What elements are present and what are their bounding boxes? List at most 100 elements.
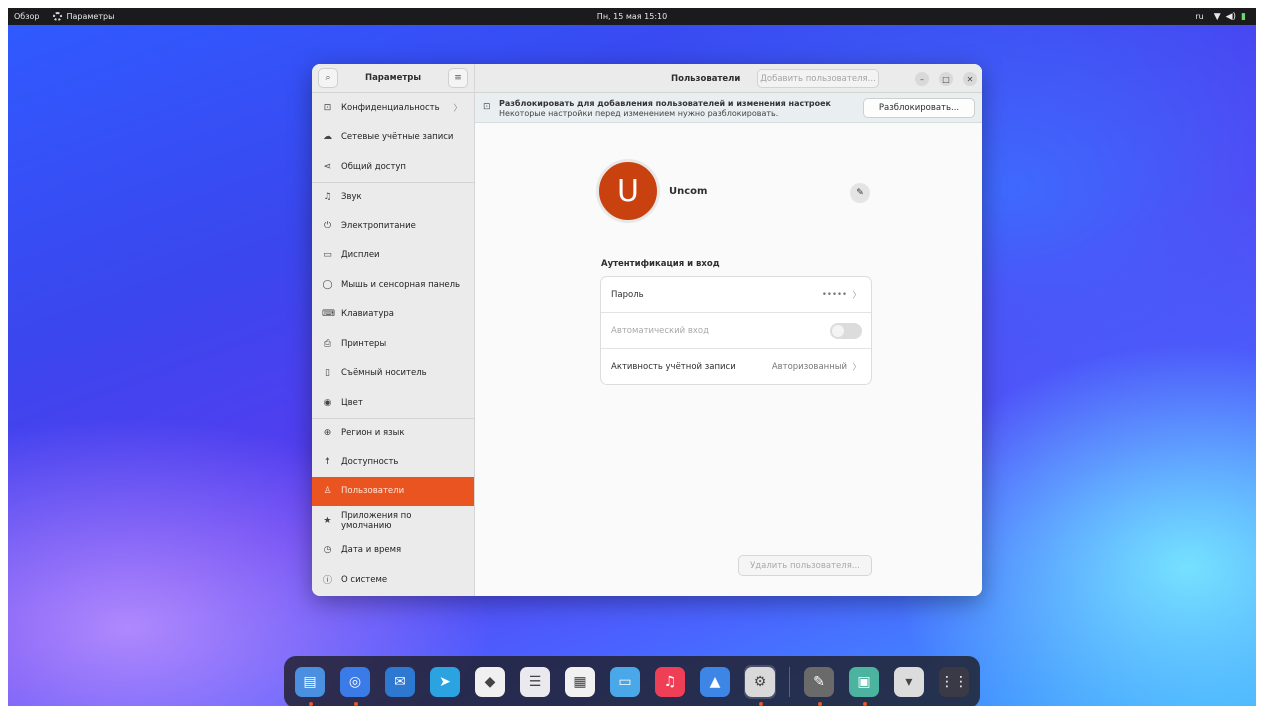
dock-item-music[interactable]: ♫ bbox=[654, 665, 686, 699]
dock-item-trash[interactable]: ▾ bbox=[893, 665, 925, 699]
maximize-button[interactable]: □ bbox=[939, 72, 953, 86]
mouse-icon: ◯ bbox=[322, 279, 333, 290]
sidebar-item-power[interactable]: ⏻ Электропитание bbox=[312, 211, 474, 241]
color-icon: ◉ bbox=[323, 397, 332, 408]
dock-item-screenshot[interactable]: ▭ bbox=[609, 665, 641, 699]
banner-subtitle: Некоторые настройки перед изменением нуж… bbox=[499, 109, 779, 118]
sidebar-item-users[interactable]: ♙ Пользователи bbox=[312, 476, 474, 506]
menu-button[interactable]: ≡ bbox=[448, 68, 468, 88]
cleaner-icon: ✎ bbox=[803, 667, 834, 697]
sidebar-item-label: Мышь и сенсорная панель bbox=[341, 279, 461, 290]
clock[interactable]: Пн, 15 мая 15:10 bbox=[597, 12, 667, 21]
sidebar-item-label: Съёмный носитель bbox=[341, 368, 427, 379]
trash-icon: ▾ bbox=[893, 667, 924, 697]
image-viewer-icon: ▣ bbox=[848, 667, 879, 697]
files-icon: ▤ bbox=[295, 667, 325, 697]
star-icon: ★ bbox=[323, 515, 332, 526]
dock-item-mail[interactable]: ✉ bbox=[384, 665, 416, 699]
software-icon: ▲ bbox=[700, 667, 730, 697]
settings-icon: ⚙ bbox=[745, 667, 775, 697]
sidebar-item-label: Дисплеи bbox=[341, 250, 380, 261]
sidebar-item-printers[interactable]: ⎙ Принтеры bbox=[312, 329, 474, 359]
autologin-label: Автоматический вход bbox=[611, 325, 709, 336]
info-icon: ⓘ bbox=[322, 576, 332, 587]
sidebar-item-displays[interactable]: ▭ Дисплеи bbox=[312, 241, 474, 271]
password-value: ••••• bbox=[821, 289, 847, 300]
unlock-button[interactable]: Разблокировать... bbox=[863, 98, 975, 118]
sidebar-item-accessibility[interactable]: ☨ Доступность bbox=[312, 447, 474, 477]
top-bar: Обзор Параметры Пн, 15 мая 15:10 ru ▼ ◀)… bbox=[8, 8, 1256, 25]
share-icon: ⋖ bbox=[323, 161, 332, 172]
sidebar-item-sound[interactable]: ♫ Звук bbox=[312, 181, 474, 212]
autologin-toggle[interactable] bbox=[830, 323, 862, 339]
sidebar-item-label: Электропитание bbox=[341, 220, 416, 231]
lock-icon: ⊡ bbox=[323, 102, 332, 113]
maximize-icon: □ bbox=[942, 74, 950, 84]
dock-item-software[interactable]: ▲ bbox=[699, 665, 731, 699]
dock-item-telegram[interactable]: ➤ bbox=[429, 665, 461, 699]
music-note-icon: ♫ bbox=[323, 191, 332, 202]
sidebar-item-label: Регион и язык bbox=[341, 427, 405, 438]
sidebar-item-label: Дата и время bbox=[341, 545, 402, 556]
system-tray[interactable]: ▼ ◀) ▮ bbox=[1214, 12, 1246, 22]
dock-item-chromium[interactable]: ◎ bbox=[339, 665, 371, 706]
dock-item-files[interactable]: ▤ bbox=[294, 665, 326, 706]
dock-item-image-viewer[interactable]: ▣ bbox=[848, 665, 880, 706]
sidebar-item-label: Сетевые учётные записи bbox=[341, 132, 454, 143]
chevron-right-icon: 〉 bbox=[852, 290, 861, 301]
close-button[interactable]: ✕ bbox=[963, 72, 977, 86]
dock-item-settings[interactable]: ⚙ bbox=[744, 665, 776, 706]
language-indicator[interactable]: ru bbox=[1195, 12, 1203, 21]
account-activity-row[interactable]: Активность учётной записи Авторизованный… bbox=[601, 349, 871, 384]
running-indicator bbox=[817, 702, 822, 706]
password-row[interactable]: Пароль ••••• 〉 bbox=[601, 277, 871, 313]
sidebar-item-label: Принтеры bbox=[341, 338, 387, 349]
sidebar-item-default-apps[interactable]: ★ Приложения по умолчанию bbox=[312, 506, 474, 536]
password-label: Пароль bbox=[611, 289, 644, 300]
sidebar-item-online-accounts[interactable]: ☁ Сетевые учётные записи bbox=[312, 123, 474, 153]
sidebar-item-label: Пользователи bbox=[341, 486, 405, 497]
sidebar-item-keyboard[interactable]: ⌨ Клавиатура bbox=[312, 300, 474, 330]
minimize-button[interactable]: – bbox=[915, 72, 929, 86]
dock-item-app-grid[interactable]: ⋮⋮ bbox=[938, 665, 970, 699]
dock-item-cleaner[interactable]: ✎ bbox=[803, 665, 835, 706]
desktop: Обзор Параметры Пн, 15 мая 15:10 ru ▼ ◀)… bbox=[8, 8, 1256, 706]
delete-user-button[interactable]: Удалить пользователя... bbox=[738, 555, 872, 576]
search-button[interactable]: ⌕ bbox=[318, 68, 338, 88]
header-bar: Пользователи Добавить пользователя... – … bbox=[475, 64, 982, 93]
minimize-icon: – bbox=[920, 74, 924, 84]
sidebar-item-date-time[interactable]: ◷ Дата и время bbox=[312, 536, 474, 566]
sidebar: ⌕ Параметры ≡ ⊡ Конфиденциальность 〉 ☁ С… bbox=[312, 64, 475, 596]
autologin-row: Автоматический вход bbox=[601, 313, 871, 349]
sidebar-item-region[interactable]: ⊕ Регион и язык bbox=[312, 417, 474, 448]
avatar[interactable]: U bbox=[596, 159, 660, 223]
edit-name-button[interactable]: ✎ bbox=[850, 183, 870, 203]
sidebar-item-label: Приложения по умолчанию bbox=[340, 510, 412, 531]
app-grid-icon: ⋮⋮ bbox=[938, 667, 969, 697]
add-user-button[interactable]: Добавить пользователя... bbox=[757, 69, 879, 88]
running-indicator bbox=[354, 702, 358, 706]
lock-icon: ⊡ bbox=[483, 102, 491, 112]
sidebar-item-removable-media[interactable]: ▯ Съёмный носитель bbox=[312, 359, 474, 389]
close-icon: ✕ bbox=[966, 74, 974, 84]
sidebar-item-color[interactable]: ◉ Цвет bbox=[312, 388, 474, 418]
sidebar-item-mouse[interactable]: ◯ Мышь и сенсорная панель bbox=[312, 270, 474, 300]
sidebar-item-privacy[interactable]: ⊡ Конфиденциальность 〉 bbox=[312, 93, 474, 123]
dock-item-calendar[interactable]: ▦ bbox=[564, 665, 596, 699]
globe-icon: ⊕ bbox=[323, 427, 332, 438]
sidebar-header: ⌕ Параметры ≡ bbox=[312, 64, 474, 93]
sidebar-item-about[interactable]: ⓘ О системе bbox=[312, 565, 474, 595]
auth-settings-list: Пароль ••••• 〉 Автоматический вход Актив… bbox=[600, 276, 872, 385]
chevron-right-icon: 〉 bbox=[453, 103, 462, 114]
wifi-icon: ▼ bbox=[1213, 11, 1221, 22]
account-activity-label: Активность учётной записи bbox=[611, 362, 736, 372]
sidebar-item-label: О системе bbox=[341, 574, 388, 585]
running-indicator bbox=[759, 702, 763, 706]
volume-icon: ◀) bbox=[1225, 11, 1237, 22]
sidebar-item-sharing[interactable]: ⋖ Общий доступ bbox=[312, 152, 474, 182]
chevron-right-icon: 〉 bbox=[852, 363, 861, 373]
dock-item-notes[interactable]: ☰ bbox=[519, 665, 551, 699]
dock-item-office[interactable]: ◆ bbox=[474, 665, 506, 699]
sidebar-item-label: Клавиатура bbox=[341, 309, 395, 320]
removable-media-icon: ▯ bbox=[325, 368, 330, 379]
